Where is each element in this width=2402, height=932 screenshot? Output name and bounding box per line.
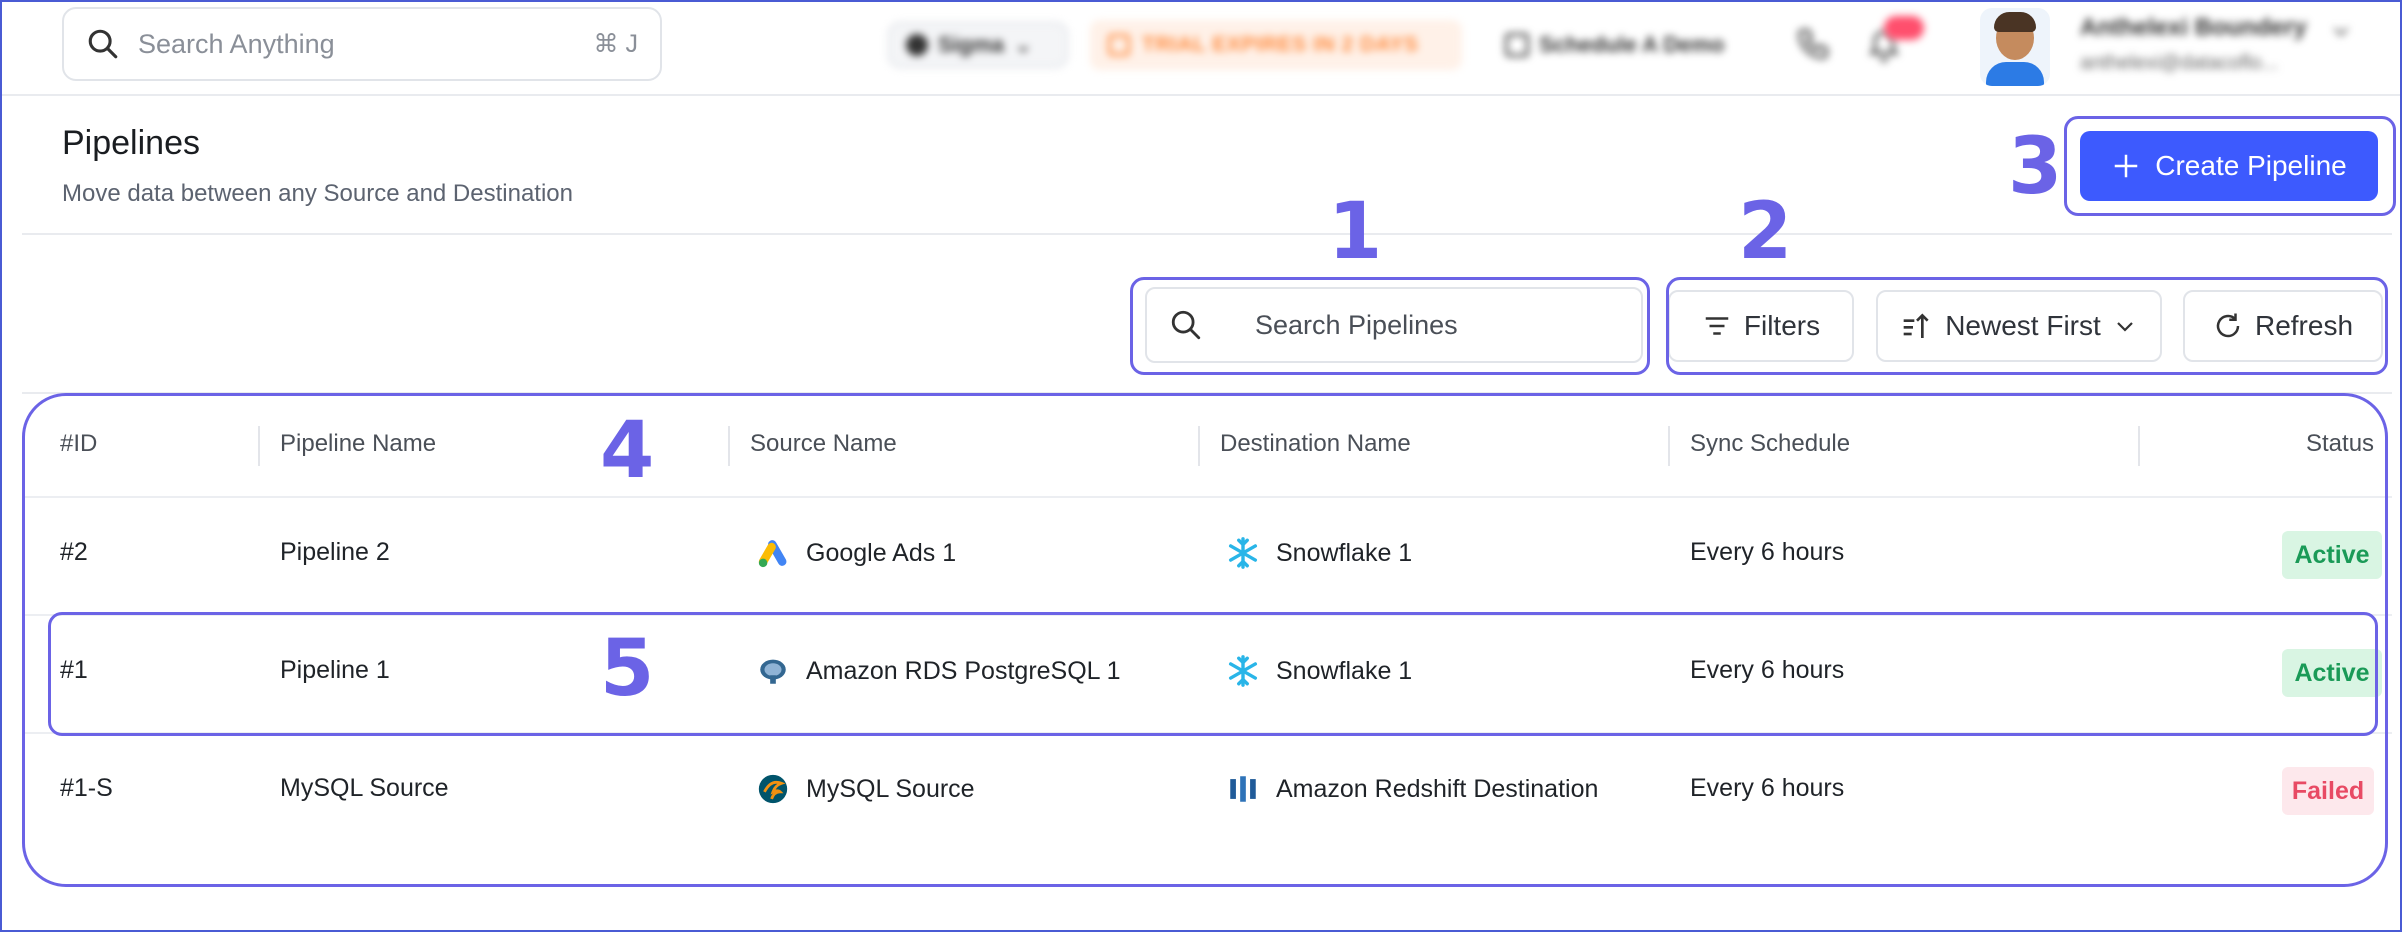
- annotation-number-5: 5: [600, 624, 655, 714]
- annotation-number-4: 4: [600, 406, 655, 496]
- workspace-selector[interactable]: Sigma ⌄: [888, 22, 1068, 68]
- avatar-hair: [1994, 12, 2036, 32]
- workspace-label: Sigma: [938, 32, 1005, 57]
- annotation-box-1: [1130, 277, 1650, 375]
- hourglass-icon: [1108, 34, 1130, 56]
- annotation-box-3: [2064, 116, 2396, 216]
- notification-badge: [1884, 16, 1924, 40]
- avatar-body: [1986, 62, 2044, 86]
- global-search-placeholder: Search Anything: [138, 28, 335, 59]
- annotation-box-2: [1666, 277, 2388, 375]
- trial-notice-label: TRIAL EXPIRES IN 2 DAYS: [1142, 33, 1419, 56]
- trial-notice[interactable]: TRIAL EXPIRES IN 2 DAYS: [1090, 20, 1462, 70]
- chevron-down-icon: [2333, 27, 2349, 37]
- avatar[interactable]: [1980, 8, 2050, 86]
- user-menu[interactable]: Anthelexi Boundery anthelexi@datacoflo..…: [2080, 8, 2380, 84]
- annotation-number-2: 2: [1738, 187, 1793, 277]
- annotation-number-1: 1: [1328, 187, 1383, 277]
- global-search-input[interactable]: Search Anything ⌘ J: [62, 7, 662, 81]
- page-title: Pipelines: [62, 124, 200, 162]
- annotation-number-3: 3: [2008, 122, 2063, 212]
- calendar-icon: [1505, 33, 1529, 57]
- search-icon: [88, 29, 118, 59]
- workspace-icon: [906, 34, 928, 56]
- user-email: anthelexi@datacoflo...: [2080, 52, 2279, 74]
- page-subtitle: Move data between any Source and Destina…: [62, 180, 573, 207]
- top-bar: Search Anything ⌘ J Sigma ⌄ TRIAL EXPIRE…: [0, 0, 2402, 96]
- chevron-down-icon: ⌄: [1014, 32, 1033, 57]
- schedule-demo-label: Schedule A Demo: [1539, 32, 1725, 57]
- search-shortcut: ⌘ J: [593, 30, 638, 58]
- annotation-box-5: [48, 612, 2378, 736]
- schedule-demo-link[interactable]: Schedule A Demo: [1505, 26, 1724, 64]
- phone-icon[interactable]: [1795, 26, 1831, 62]
- header-divider: [22, 233, 2392, 235]
